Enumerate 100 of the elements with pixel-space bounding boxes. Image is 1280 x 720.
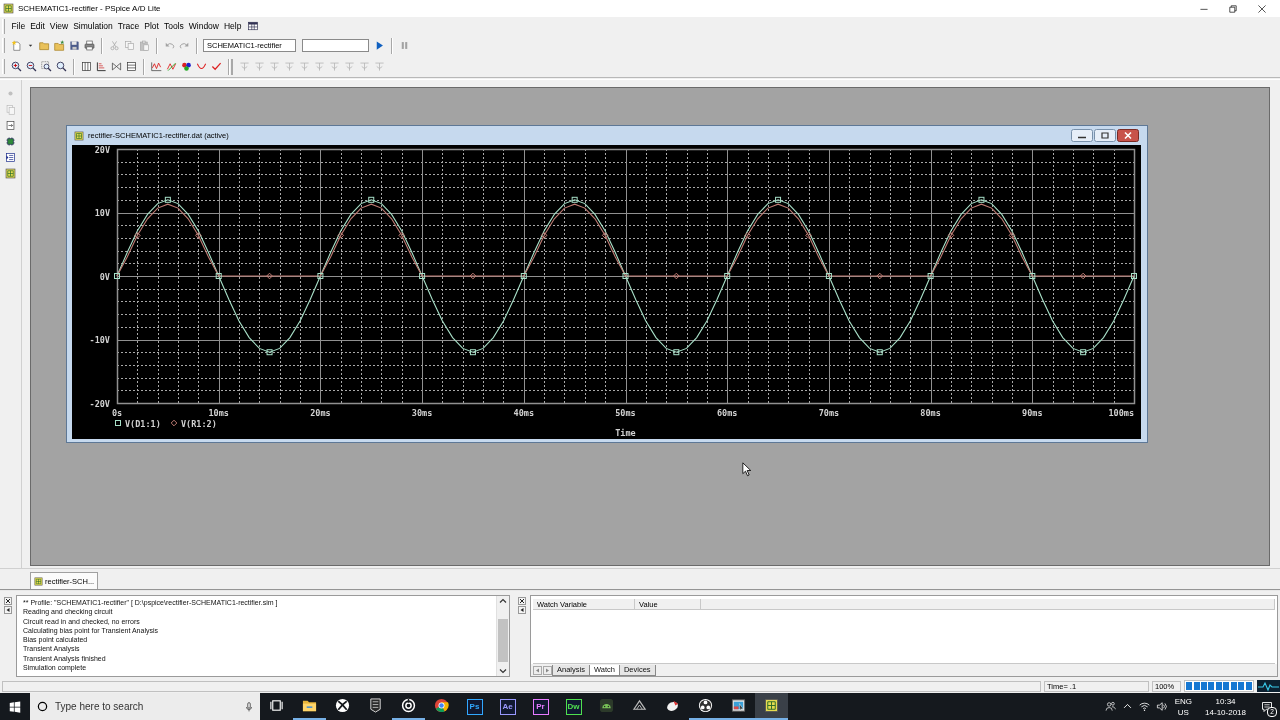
columns-icon[interactable]: [81, 61, 92, 72]
x-tick-label: 10ms: [208, 408, 229, 418]
microphone-icon[interactable]: [244, 700, 254, 713]
robot-head-icon: [599, 698, 614, 713]
waveform-axes-icon[interactable]: [151, 61, 162, 72]
menu-item[interactable]: Plot: [141, 18, 162, 34]
x-tick-label: 50ms: [615, 408, 636, 418]
people-icon[interactable]: [1104, 701, 1116, 712]
trace-symbol: [571, 196, 578, 203]
search-bar[interactable]: Type here to search: [30, 693, 260, 720]
caret-left-icon[interactable]: [4, 606, 12, 614]
app-tile-button[interactable]: Dw: [565, 698, 582, 715]
scrollbar-thumb[interactable]: [498, 619, 508, 662]
trace-symbol: [805, 232, 812, 239]
checkmark-icon[interactable]: [211, 61, 222, 72]
list-arrow-icon[interactable]: [5, 152, 16, 163]
trace-symbol: [673, 272, 680, 280]
zoom-in-icon[interactable]: [11, 61, 22, 72]
menu-item[interactable]: Window: [186, 18, 222, 34]
three-dots-icon[interactable]: [181, 61, 192, 72]
close-icon[interactable]: [1257, 3, 1267, 14]
axis-lines-icon[interactable]: [96, 61, 107, 72]
crossed-wave-icon[interactable]: [166, 61, 177, 72]
caret-icon[interactable]: [27, 42, 34, 49]
input-field[interactable]: [302, 39, 369, 52]
play-icon[interactable]: [374, 40, 385, 51]
language-indicator[interactable]: ENG US: [1169, 693, 1198, 720]
trace-symbol: [1008, 232, 1016, 239]
x-tick-label: 60ms: [716, 408, 738, 418]
trace-symbol: [134, 232, 141, 239]
speech-bubble-icon: [1261, 700, 1273, 713]
wifi-icon[interactable]: [1138, 701, 1150, 712]
trace-symbol: [540, 232, 548, 239]
menu-item[interactable]: Edit: [27, 18, 48, 34]
caret-left-icon[interactable]: [518, 606, 526, 614]
folder-icon: [302, 698, 317, 713]
x-tick-label: 80ms: [920, 408, 941, 418]
y-tick-label: -20V: [89, 398, 110, 409]
app-tile-button[interactable]: Ae: [499, 698, 516, 715]
circuit-board-icon: [74, 130, 84, 141]
circuit-board-icon[interactable]: [5, 168, 16, 179]
blob-logo-icon: [665, 698, 680, 713]
trace-symbol: [469, 349, 476, 356]
menu-item[interactable]: Tools: [161, 18, 187, 34]
close-icon[interactable]: [518, 597, 526, 605]
picture-pointer-icon: [731, 698, 746, 713]
trace-symbol: [825, 273, 832, 279]
zoom-area-icon[interactable]: [41, 61, 52, 72]
trace-symbol: [927, 273, 934, 279]
x-axis-title: Time: [615, 428, 636, 438]
mouse-pointer-icon: [742, 462, 752, 477]
chip-icon[interactable]: [5, 136, 16, 147]
caret-up-icon[interactable]: [497, 596, 509, 606]
close-icon[interactable]: [1117, 129, 1139, 142]
menu-item[interactable]: Help: [221, 18, 244, 34]
trace-symbol: [1029, 273, 1036, 279]
document-arrow-icon[interactable]: [5, 120, 16, 131]
window-panes-icon: [9, 700, 21, 713]
menu-item[interactable]: Simulation: [70, 18, 116, 34]
vertical-scrollbar[interactable]: [496, 596, 509, 676]
app-tile-button[interactable]: Pr: [532, 698, 549, 715]
diamond-symbol-icon: [170, 419, 178, 427]
trace-symbol: [164, 196, 171, 203]
search-field[interactable]: Type here to search: [55, 698, 244, 715]
window-title: SCHEMATIC1-rectifier - PSpice A/D Lite: [18, 4, 162, 13]
trace-symbol: [601, 232, 609, 239]
legend-label: V(R1:2): [181, 418, 217, 429]
window-grid-icon[interactable]: [247, 21, 258, 31]
menu-item[interactable]: File: [9, 18, 28, 34]
magnifier-icon[interactable]: [56, 61, 67, 72]
menu-item[interactable]: Trace: [115, 18, 142, 34]
x-tick-label: 40ms: [513, 408, 535, 418]
trace-symbol: [1080, 349, 1087, 356]
three-dot-circle-icon: [698, 698, 713, 713]
taskbar-app-button[interactable]: [755, 693, 788, 720]
close-icon[interactable]: [4, 597, 12, 605]
y-tick-label: -10V: [89, 335, 110, 345]
speaker-icon[interactable]: [1155, 701, 1167, 712]
trace-symbol: [368, 196, 375, 203]
restore-icon[interactable]: [1094, 129, 1116, 142]
circuit-board-icon: [764, 698, 779, 713]
u-curve-icon[interactable]: [196, 61, 207, 72]
app-tile-button[interactable]: Ps: [466, 698, 483, 715]
menu-item[interactable]: View: [47, 18, 71, 34]
trace-symbol: [775, 196, 782, 203]
waveform-icon: [1257, 680, 1280, 692]
x-tick-label: 20ms: [310, 408, 331, 418]
table-icon[interactable]: [126, 61, 137, 72]
segmented-circle-icon: [434, 698, 449, 713]
legend-label: V(D1:1): [125, 418, 161, 429]
folder-star-icon[interactable]: [54, 40, 65, 51]
restore-icon[interactable]: [1228, 3, 1238, 14]
clock[interactable]: 10:34 14-10-2018: [1197, 693, 1254, 720]
printer-icon[interactable]: [84, 40, 95, 51]
caret-right-icon[interactable]: [543, 665, 552, 675]
zoom-out-icon[interactable]: [26, 61, 37, 72]
minimize-icon[interactable]: [1071, 129, 1093, 142]
bow-tie-icon[interactable]: [111, 61, 122, 72]
caret-down-icon[interactable]: [497, 666, 509, 676]
ring-icon: [401, 698, 416, 713]
